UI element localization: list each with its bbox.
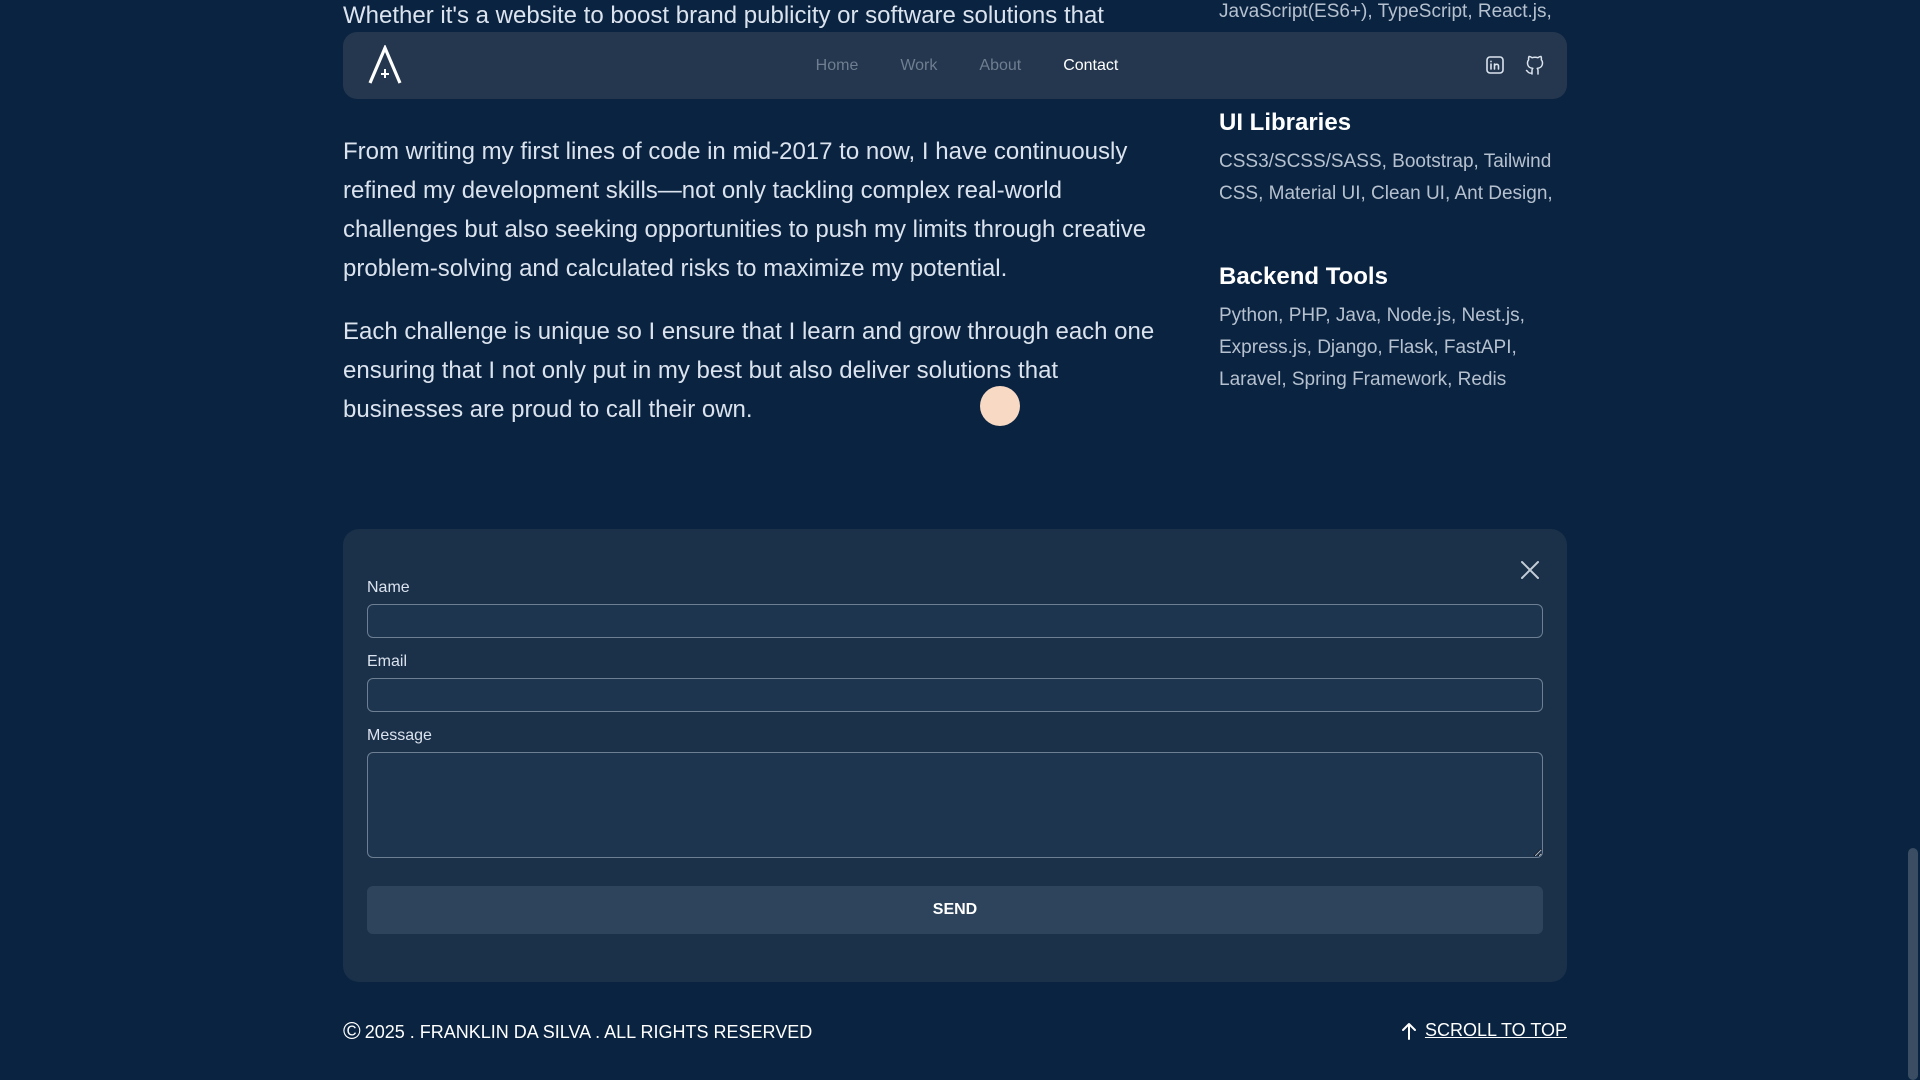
copyright-icon: ©	[343, 1018, 361, 1045]
skill-title: Backend Tools	[1219, 263, 1388, 290]
github-icon[interactable]	[1525, 54, 1545, 76]
email-field[interactable]	[367, 678, 1543, 712]
close-icon[interactable]	[1519, 559, 1541, 581]
cursor-follower	[980, 386, 1020, 426]
nav-social-icons	[1485, 54, 1545, 76]
scroll-to-top-label[interactable]: SCROLL TO TOP	[1425, 1020, 1567, 1041]
navbar: Home Work About Contact	[343, 32, 1567, 99]
name-label: Name	[367, 579, 410, 596]
scrollbar[interactable]	[1904, 0, 1920, 1080]
about-paragraph-1: From writing my first lines of code in m…	[343, 138, 1147, 282]
about-paragraph-2: Each challenge is unique so I ensure tha…	[343, 318, 1155, 423]
nav-link-contact[interactable]: Contact	[1042, 57, 1139, 75]
name-field[interactable]	[367, 604, 1543, 638]
send-button[interactable]: SEND	[367, 886, 1543, 934]
about-partial-line: Whether it's a website to boost brand pu…	[343, 2, 1104, 29]
nav-link-home[interactable]: Home	[795, 57, 880, 75]
skills-partial-line: JavaScript(ES6+), TypeScript, React.js,	[1219, 1, 1552, 22]
scrollbar-thumb[interactable]	[1908, 848, 1918, 1080]
linkedin-icon[interactable]	[1485, 54, 1505, 76]
footer-copyright: © 2025 . FRANKLIN DA SILVA . ALL RIGHTS …	[343, 1020, 812, 1044]
page: Whether it's a website to boost brand pu…	[0, 0, 1920, 1080]
skill-list: CSS3/SCSS/SASS, Bootstrap, Tailwind CSS,…	[1219, 151, 1553, 204]
contact-form: Name Email Message SEND	[343, 529, 1567, 982]
skill-title: UI Libraries	[1219, 109, 1352, 136]
nav-link-work[interactable]: Work	[879, 57, 958, 75]
nav-links: Home Work About Contact	[343, 32, 1567, 99]
skill-block-backend-tools: Backend Tools Python, PHP, Java, Node.js…	[1219, 260, 1569, 396]
nav-link-about[interactable]: About	[958, 57, 1042, 75]
message-label: Message	[367, 727, 432, 744]
message-field[interactable]	[367, 752, 1543, 858]
arrow-up-icon	[1401, 1022, 1416, 1040]
copyright-text: 2025 . FRANKLIN DA SILVA . ALL RIGHTS RE…	[364, 1021, 813, 1042]
skill-list: Python, PHP, Java, Node.js, Nest.js, Exp…	[1219, 305, 1525, 390]
skill-block-ui-libraries: UI Libraries CSS3/SCSS/SASS, Bootstrap, …	[1219, 106, 1569, 210]
scroll-to-top-link[interactable]: SCROLL TO TOP	[1401, 1020, 1567, 1041]
email-label: Email	[367, 653, 408, 670]
